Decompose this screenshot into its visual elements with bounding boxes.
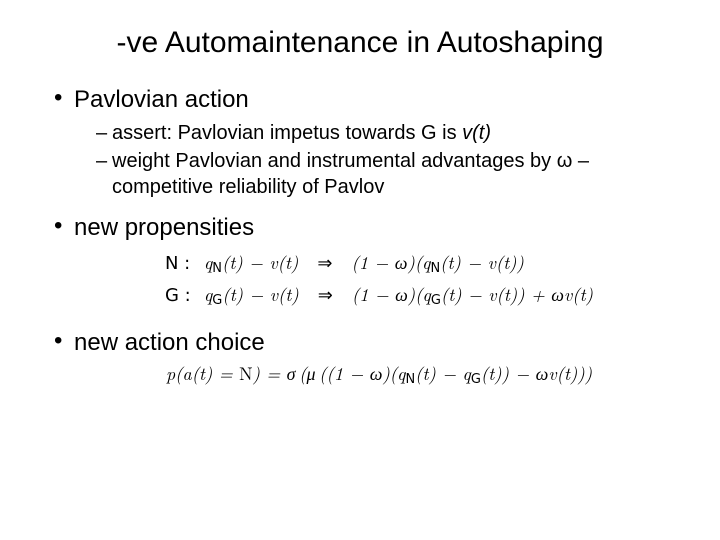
propensity-equations: N : qN(t) − v(t) ⇒ (1 − ω)(qN(t) − v(t))… — [74, 244, 684, 317]
bullet-text: new propensities — [74, 214, 254, 241]
eq-action: p(a(t) = N) = σ (μ ((1 − ω)(qN(t) − qG(t… — [166, 361, 592, 386]
bullet-new-propensities: new propensities N : qN(t) − v(t) ⇒ (1 −… — [54, 214, 684, 317]
text: assert: Pavlovian impetus towards G is — [112, 122, 462, 144]
eq-g-rhs: (1 − ω)(qG(t) − v(t)) + ωv(t) — [352, 282, 593, 307]
slide-title: -ve Automaintenance in Autoshaping — [36, 26, 684, 60]
bullet-new-action-choice: new action choice p(a(t) = N) = σ (μ ((1… — [54, 329, 684, 387]
bullet-list: Pavlovian action assert: Pavlovian impet… — [36, 86, 684, 387]
bullet-pavlovian-action: Pavlovian action assert: Pavlovian impet… — [54, 86, 684, 200]
text: weight Pavlovian and instrumental advant… — [112, 150, 557, 172]
eq-n-lhs: qN(t) − v(t) — [204, 250, 298, 275]
eq-g-lhs: qG(t) − v(t) — [204, 282, 299, 307]
sub-assert: assert: Pavlovian impetus towards G is v… — [96, 120, 684, 146]
eq-g-label: G : — [165, 281, 199, 312]
eq-n-label: N : — [165, 249, 199, 280]
eq-block: N : qN(t) − v(t) ⇒ (1 − ω)(qN(t) − v(t))… — [155, 244, 603, 317]
slide: -ve Automaintenance in Autoshaping Pavlo… — [0, 0, 720, 540]
implies-icon: ⇒ — [318, 280, 333, 311]
bullet-text: new action choice — [74, 329, 265, 356]
bullet-text: Pavlovian action — [74, 86, 249, 113]
action-equation: p(a(t) = N) = σ (μ ((1 − ω)(qN(t) − qG(t… — [74, 361, 684, 387]
omega: ω — [557, 150, 573, 172]
sub-list: assert: Pavlovian impetus towards G is v… — [74, 120, 684, 200]
eq-n-row: N : qN(t) − v(t) ⇒ (1 − ω)(qN(t) − v(t)) — [165, 248, 593, 280]
eq-g-row: G : qG(t) − v(t) ⇒ (1 − ω)(qG(t) − v(t))… — [165, 280, 593, 312]
implies-icon: ⇒ — [317, 248, 332, 279]
eq-n-rhs: (1 − ω)(qN(t) − v(t)) — [352, 250, 524, 275]
sub-weight: weight Pavlovian and instrumental advant… — [96, 148, 684, 200]
v-of-t: v(t) — [462, 122, 491, 144]
